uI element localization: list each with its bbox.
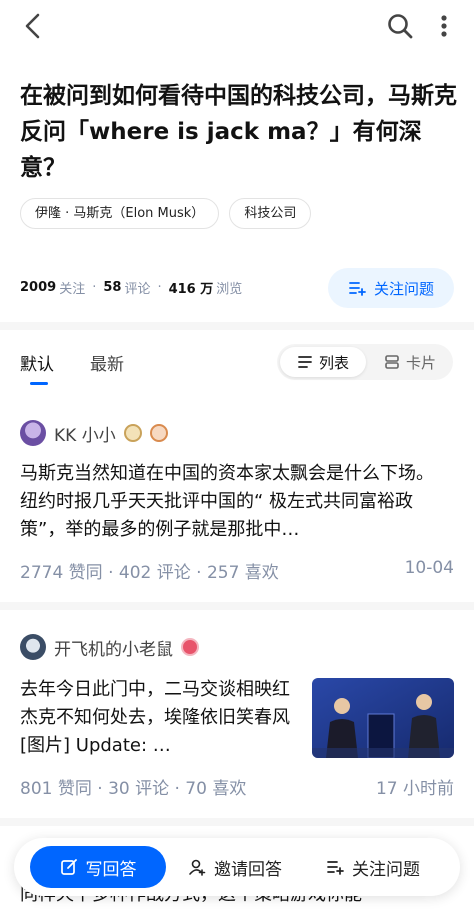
edit-icon <box>60 859 77 875</box>
card-icon <box>385 355 399 369</box>
invite-answer-button[interactable]: 邀请回答 <box>188 846 282 888</box>
answer-meta: 2774 赞同 · 402 评论 · 257 喜欢 <box>20 563 279 583</box>
views-count: 416 万 <box>168 282 214 297</box>
followers-label: 关注 <box>59 282 86 297</box>
stat-separator: · <box>157 280 162 295</box>
comments-label[interactable]: 评论 <box>124 278 150 297</box>
question-stats: 2009 关注 · 58 评论 · 416 万 浏览 <box>20 278 242 297</box>
stat-separator: · <box>92 280 97 295</box>
question-title: 在被问到如何看待中国的科技公司，马斯克反问「where is jack ma？」… <box>20 83 457 181</box>
topic-tag[interactable]: 科技公司 <box>229 198 312 229</box>
divider <box>0 818 474 826</box>
view-mode-list[interactable]: 列表 <box>280 347 366 377</box>
views-label: 浏览 <box>216 282 243 297</box>
view-mode-list-label: 列表 <box>318 353 349 372</box>
follow-question-bottom-button[interactable]: 关注问题 <box>326 846 420 888</box>
view-mode-card[interactable]: 卡片 <box>369 347 451 377</box>
avatar[interactable] <box>20 634 46 660</box>
follow-question-bottom-label: 关注问题 <box>352 859 420 880</box>
answer-date: 17 小时前 <box>375 779 454 799</box>
avatar[interactable] <box>20 420 46 446</box>
topic-tag[interactable]: 伊隆 · 马斯克（Elon Musk） <box>20 198 220 229</box>
sort-bar: 默认 最新 列表 卡片 <box>0 330 474 394</box>
answer-card[interactable]: KK 小小 马斯克当然知道在中国的资本家太飘会是什么下场。 纽约时报几乎天天批评… <box>0 394 474 602</box>
bottom-action-bar: 写回答 邀请回答 关注问题 <box>14 838 460 896</box>
view-mode-card-label: 卡片 <box>405 353 436 372</box>
answer-excerpt[interactable]: 马斯克当然知道在中国的资本家太飘会是什么下场。 纽约时报几乎天天批评中国的“ 极… <box>20 460 454 544</box>
more-vertical-icon[interactable] <box>432 10 456 42</box>
divider <box>0 602 474 610</box>
medal-badge-icon <box>123 424 142 442</box>
answer-meta: 801 赞同 · 30 评论 · 70 喜欢 <box>20 779 247 799</box>
comments-count[interactable]: 58 <box>103 280 121 295</box>
back-arrow-icon[interactable] <box>18 10 50 42</box>
follow-list-plus-icon <box>327 861 344 875</box>
author-name[interactable]: 开飞机的小老鼠 <box>54 635 173 660</box>
divider <box>0 322 474 330</box>
creator-badge-icon <box>181 638 199 656</box>
followers-count: 2009 <box>20 280 57 295</box>
search-icon[interactable] <box>384 10 416 42</box>
answer-card[interactable]: 开飞机的小老鼠 去年今日此门中，二马交谈相映红 杰克不知何处去，埃隆依旧笑春风 … <box>0 610 474 818</box>
author-name[interactable]: KK 小小 <box>54 421 116 446</box>
follow-list-plus-icon <box>349 282 366 296</box>
write-answer-label: 写回答 <box>85 859 137 880</box>
tab-latest[interactable]: 最新 <box>90 350 124 375</box>
active-tab-indicator <box>30 382 48 385</box>
creator-badge-icon <box>149 424 168 442</box>
tab-default[interactable]: 默认 <box>20 350 54 375</box>
write-answer-button[interactable]: 写回答 <box>30 846 166 888</box>
topic-tags: 伊隆 · 马斯克（Elon Musk） 科技公司 <box>20 198 312 229</box>
answer-date: 10-04 <box>404 558 454 578</box>
follow-question-button[interactable]: 关注问题 <box>328 268 454 308</box>
answer-excerpt[interactable]: 去年今日此门中，二马交谈相映红 杰克不知何处去，埃隆依旧笑春风 [图片] Upd… <box>20 676 302 760</box>
top-bar <box>0 0 474 52</box>
answer-author[interactable]: 开飞机的小老鼠 <box>20 634 199 660</box>
follow-question-label: 关注问题 <box>373 279 434 298</box>
list-icon <box>298 356 312 368</box>
answer-thumbnail[interactable] <box>312 678 454 758</box>
view-mode-toggle: 列表 卡片 <box>277 344 453 380</box>
answer-author[interactable]: KK 小小 <box>20 420 168 446</box>
invite-answer-label: 邀请回答 <box>214 859 282 880</box>
invite-user-icon <box>189 859 206 876</box>
